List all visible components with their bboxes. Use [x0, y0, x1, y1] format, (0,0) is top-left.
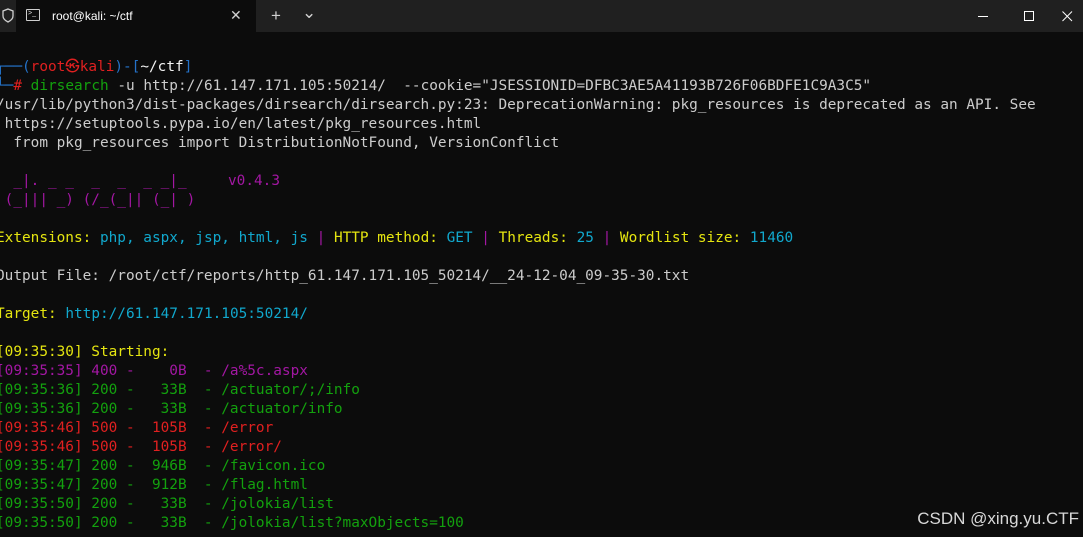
- watermark: CSDN @xing.yu.CTF: [917, 509, 1079, 528]
- terminal-icon: >_: [26, 9, 40, 21]
- result-row: [09:35:46] 500 - 105B - /error: [0, 420, 274, 436]
- result-row: [09:35:50] 200 - 33B - /jolokia/list: [0, 496, 334, 512]
- threads-value: 25: [576, 230, 594, 246]
- starting-line: [09:35:30] Starting:: [0, 344, 170, 360]
- result-row: [09:35:35] 400 - 0B - /a%5c.aspx: [0, 363, 308, 379]
- chevron-down-icon[interactable]: ⌄: [302, 4, 316, 21]
- target-url: http://61.147.171.105:50214/: [65, 306, 308, 322]
- maximize-icon: [1023, 10, 1034, 21]
- result-row: [09:35:36] 200 - 33B - /actuator/;/info: [0, 382, 360, 398]
- banner-version: v0.4.3: [228, 173, 280, 189]
- tab-title: root@kali: ~/ctf: [52, 9, 133, 23]
- minimize-button[interactable]: [960, 0, 1006, 32]
- minimize-icon: [977, 15, 988, 17]
- target-line: Target: http://61.147.171.105:50214/: [0, 306, 308, 322]
- result-row: [09:35:36] 200 - 33B - /actuator/info: [0, 401, 343, 417]
- prompt-line-1: ┌──(root㉿kali)-[~/ctf]: [0, 59, 193, 75]
- warning-line-2: https://setuptools.pypa.io/en/latest/pkg…: [0, 116, 482, 132]
- output-file-line: Output File: /root/ctf/reports/http_61.1…: [0, 268, 690, 284]
- warning-line-1: /usr/lib/python3/dist-packages/dirsearch…: [0, 97, 1036, 113]
- result-row: [09:35:46] 500 - 105B - /error/: [0, 439, 282, 455]
- extensions-value: php, aspx, jsp, html, js: [99, 230, 308, 246]
- close-icon: [1062, 10, 1073, 21]
- wordlist-value: 11460: [749, 230, 794, 246]
- method-value: GET: [446, 230, 473, 246]
- banner-art-line-2: (_||| _) (/_(_|| (_| ): [0, 192, 196, 208]
- result-row: [09:35:50] 200 - 33B - /jolokia/list?max…: [0, 515, 464, 531]
- result-row: [09:35:47] 200 - 946B - /favicon.ico: [0, 458, 326, 474]
- close-window-button[interactable]: [1052, 0, 1083, 32]
- command-line: └─# dirsearch -u http://61.147.171.105:5…: [0, 78, 872, 94]
- maximize-button[interactable]: [1006, 0, 1052, 32]
- close-tab-icon[interactable]: ✕: [230, 8, 242, 22]
- prompt-user: root㉿kali: [30, 59, 115, 75]
- terminal-tab[interactable]: >_ root@kali: ~/ctf ✕: [16, 0, 256, 32]
- warning-line-3: from pkg_resources import DistributionNo…: [0, 135, 560, 151]
- config-line: Extensions: php, aspx, jsp, html, js | H…: [0, 230, 794, 246]
- result-row: [09:35:47] 200 - 912B - /flag.html: [0, 477, 308, 493]
- shield-icon: [2, 8, 14, 23]
- command-name: dirsearch: [30, 78, 109, 94]
- banner-art-line-1: _|. _ _ _ _ _ _|_: [0, 173, 187, 189]
- prompt-path: ~/ctf: [140, 59, 184, 75]
- terminal-output[interactable]: ┌──(root㉿kali)-[~/ctf] └─# dirsearch -u …: [0, 32, 1083, 537]
- new-tab-button[interactable]: +: [271, 7, 281, 24]
- title-bar: >_ root@kali: ~/ctf ✕ + ⌄: [0, 0, 1083, 32]
- command-args: -u http://61.147.171.105:50214/ --cookie…: [117, 78, 872, 94]
